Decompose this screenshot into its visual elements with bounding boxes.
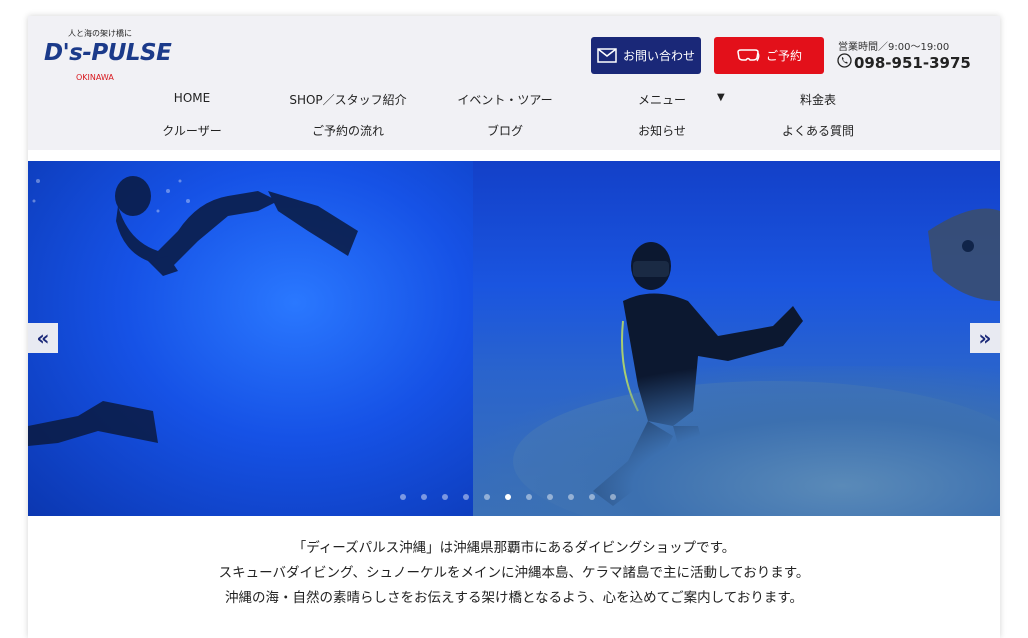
phone-icon xyxy=(837,53,852,72)
slider-prev-button[interactable]: « xyxy=(28,323,58,353)
nav-menu[interactable]: メニュー xyxy=(638,91,686,108)
slider-dot[interactable] xyxy=(610,494,616,500)
nav-home[interactable]: HOME xyxy=(174,91,210,105)
page: 人と海の架け橋に D's-PULSE OKINAWA お問い合わせ ご予約 営業… xyxy=(28,16,1000,638)
hero-slider[interactable]: « » xyxy=(28,161,1000,516)
site-header: 人と海の架け橋に D's-PULSE OKINAWA お問い合わせ ご予約 営業… xyxy=(28,16,1000,150)
mail-icon xyxy=(597,48,617,63)
nav-news[interactable]: お知らせ xyxy=(638,122,686,139)
slider-dot-active[interactable] xyxy=(505,494,511,500)
slider-pagination xyxy=(400,494,616,500)
nav-cruiser[interactable]: クルーザー xyxy=(162,122,221,139)
slider-dot[interactable] xyxy=(463,494,469,500)
site-logo[interactable]: 人と海の架け橋に D's-PULSE OKINAWA xyxy=(42,26,172,86)
logo-region: OKINAWA xyxy=(76,73,114,82)
slider-dot[interactable] xyxy=(568,494,574,500)
nav-blog[interactable]: ブログ xyxy=(487,122,523,139)
reserve-button[interactable]: ご予約 xyxy=(714,37,824,74)
reserve-label: ご予約 xyxy=(765,49,802,63)
double-chevron-left-icon: « xyxy=(36,326,50,350)
slider-dot[interactable] xyxy=(400,494,406,500)
slide-image-divers-left xyxy=(28,161,473,516)
contact-button[interactable]: お問い合わせ xyxy=(591,37,701,74)
logo-tagline: 人と海の架け橋に xyxy=(68,29,132,38)
intro-line: 沖縄の海・自然の素晴らしさをお伝えする架け橋となるよう、心を込めてご案内しており… xyxy=(225,590,803,606)
phone-link[interactable]: 098-951-3975 xyxy=(837,53,971,72)
phone-number: 098-951-3975 xyxy=(854,53,971,72)
nav-faq[interactable]: よくある質問 xyxy=(782,122,854,139)
nav-reservation-flow[interactable]: ご予約の流れ xyxy=(312,122,384,139)
logo-name: D's-PULSE xyxy=(44,40,172,66)
slider-dot[interactable] xyxy=(484,494,490,500)
slider-dot[interactable] xyxy=(442,494,448,500)
business-hours: 営業時間／9:00〜19:00 xyxy=(838,42,950,53)
nav-pricing[interactable]: 料金表 xyxy=(800,91,836,108)
slider-dot[interactable] xyxy=(589,494,595,500)
divers-illustration-left xyxy=(28,176,358,446)
intro-line: 「ディーズパルス沖縄」は沖縄県那覇市にあるダイビングショップです。 xyxy=(292,540,736,556)
intro-line: スキューバダイビング、シュノーケルをメインに沖縄本島、ケラマ諸島で主に活動してお… xyxy=(218,565,810,581)
contact-label: お問い合わせ xyxy=(622,49,695,63)
menu-dropdown-icon[interactable]: ▼ xyxy=(717,92,725,103)
nav-events-tours[interactable]: イベント・ツアー xyxy=(457,91,552,108)
slider-next-button[interactable]: » xyxy=(970,323,1000,353)
main-nav: HOME SHOP／スタッフ紹介 イベント・ツアー メニュー ▼ 料金表 クルー… xyxy=(28,88,1000,150)
diving-mask-icon xyxy=(736,48,760,63)
double-chevron-right-icon: » xyxy=(978,326,992,350)
slider-dot[interactable] xyxy=(421,494,427,500)
intro-text: 「ディーズパルス沖縄」は沖縄県那覇市にあるダイビングショップです。 スキューバダ… xyxy=(28,536,1000,611)
slider-dot[interactable] xyxy=(526,494,532,500)
nav-shop-staff[interactable]: SHOP／スタッフ紹介 xyxy=(289,91,406,108)
slider-dot[interactable] xyxy=(547,494,553,500)
